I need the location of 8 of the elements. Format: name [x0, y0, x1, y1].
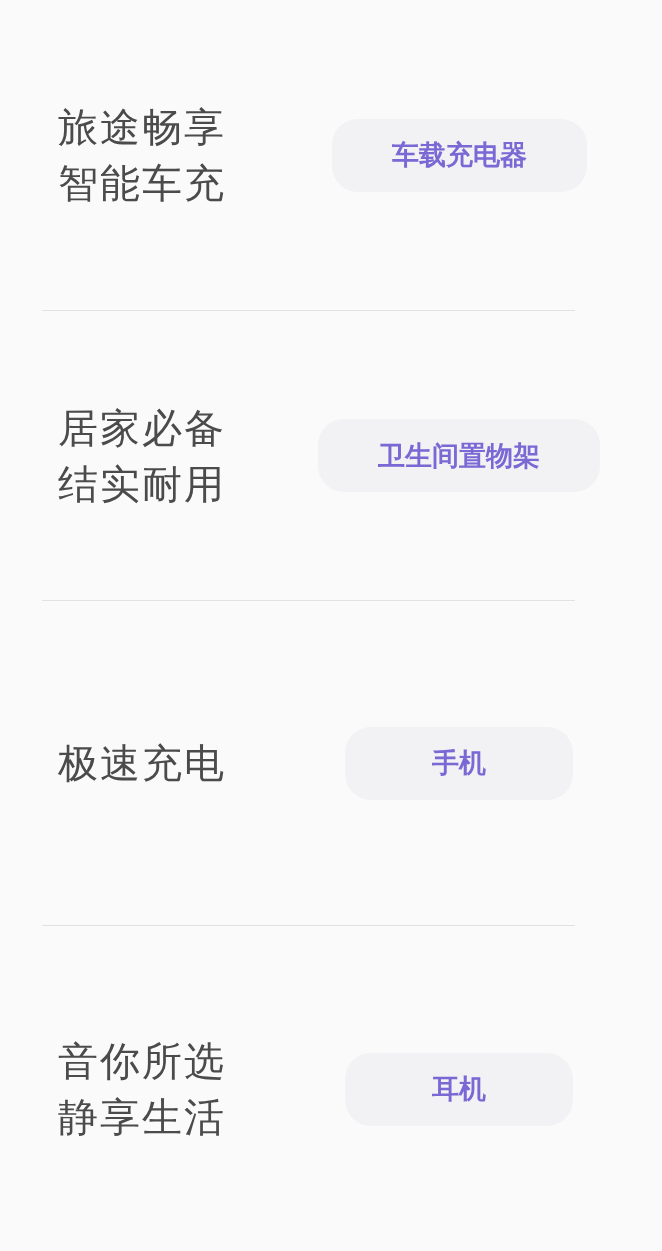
category-button[interactable]: 卫生间置物架: [318, 419, 600, 492]
slogan-text: 居家必备 结实耐用: [58, 403, 227, 509]
slogan-text: 极速充电: [58, 739, 227, 788]
slogan-text: 旅途畅享 智能车充: [58, 103, 227, 208]
category-button[interactable]: 耳机: [345, 1052, 573, 1126]
slogan-text: 音你所选 静享生活: [58, 1037, 227, 1142]
category-button[interactable]: 车载充电器: [331, 118, 587, 192]
category-button[interactable]: 手机: [345, 726, 573, 800]
